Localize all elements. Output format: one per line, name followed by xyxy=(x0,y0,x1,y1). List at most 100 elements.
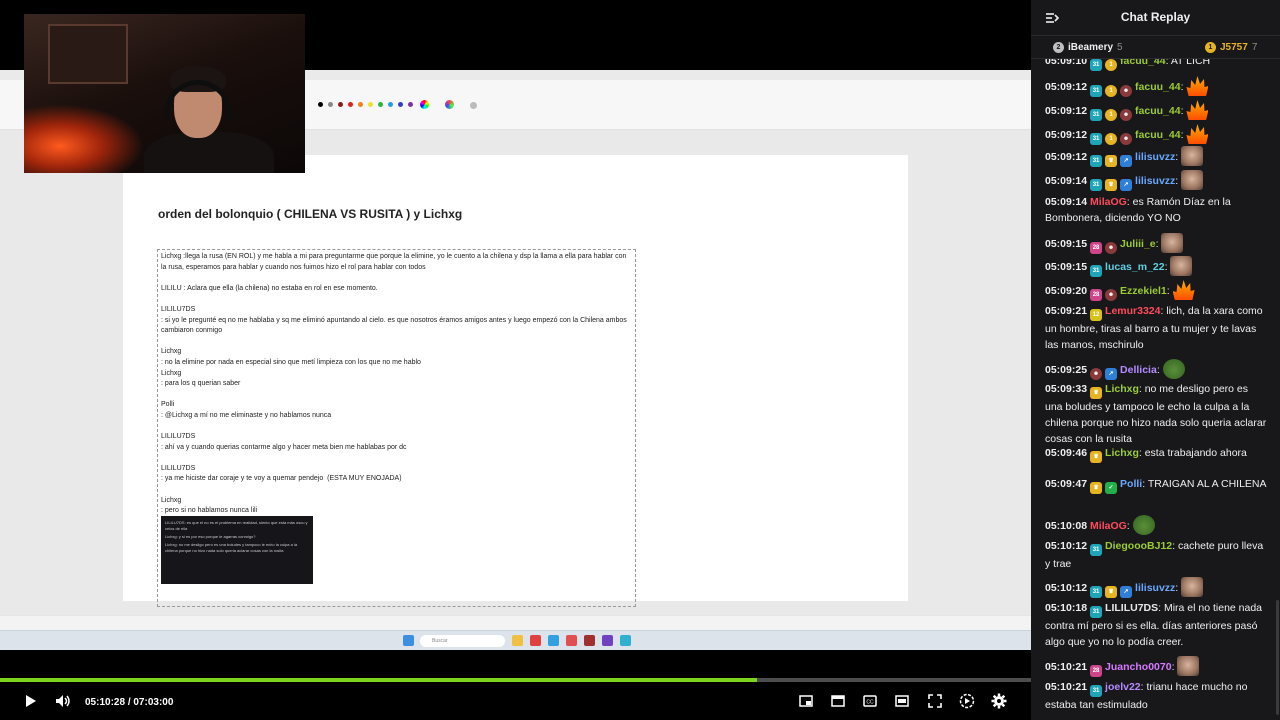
playback-speed-icon[interactable] xyxy=(958,692,976,710)
leader-count: 5 xyxy=(1117,42,1123,53)
message-timestamp[interactable]: 05:09:14 xyxy=(1045,175,1087,187)
message-timestamp[interactable]: 05:09:12 xyxy=(1045,81,1087,93)
chat-username[interactable]: MilaOG xyxy=(1090,520,1127,532)
chat-message: 05:09:14 31 ♛ ↗ lilisuvzz: xyxy=(1045,170,1268,191)
embedded-chat-screenshot: LILILU7DS: es que el no es el problema e… xyxy=(161,516,313,584)
message-timestamp[interactable]: 05:09:12 xyxy=(1045,105,1087,117)
face-emote-icon xyxy=(1161,233,1184,253)
face-emote-icon xyxy=(1181,146,1204,166)
chat-username[interactable]: Juancho0070 xyxy=(1105,661,1172,673)
message-timestamp[interactable]: 05:09:20 xyxy=(1045,285,1087,297)
chat-username[interactable]: Ezzekiel1 xyxy=(1120,285,1167,297)
message-timestamp[interactable]: 05:09:33 xyxy=(1045,383,1087,395)
chat-username[interactable]: DiegoooBJ12 xyxy=(1105,540,1172,552)
chat-username[interactable]: lilisuvzz xyxy=(1135,175,1175,187)
sub-teal-badge-icon: 31 xyxy=(1090,606,1103,618)
chat-username[interactable]: Lichxg xyxy=(1105,383,1139,395)
volume-icon[interactable] xyxy=(54,692,72,710)
play-icon[interactable] xyxy=(22,692,40,710)
chat-username[interactable]: MilaOG xyxy=(1090,196,1127,208)
chat-username[interactable]: Lichxg xyxy=(1105,447,1139,459)
chat-username[interactable]: lilisuvzz xyxy=(1135,582,1175,594)
chat-text: : xyxy=(1180,129,1184,141)
paint-status-bar xyxy=(0,615,1031,630)
settings-gear-icon[interactable] xyxy=(990,692,1008,710)
message-timestamp[interactable]: 05:09:46 xyxy=(1045,447,1087,459)
chat-title: Chat Replay xyxy=(1120,10,1191,24)
sub-teal-badge-icon: 31 xyxy=(1090,586,1103,598)
leaderboard-entry[interactable]: 1 J5757 7 xyxy=(1205,42,1257,53)
chat-text: : xyxy=(1171,661,1175,673)
message-timestamp[interactable]: 05:09:12 xyxy=(1045,151,1087,163)
app-icon xyxy=(530,635,541,646)
message-timestamp[interactable]: 05:09:25 xyxy=(1045,364,1087,376)
chat-scrollbar[interactable] xyxy=(1276,600,1279,715)
document-line: LILILU : Aclara que ella (la chilena) no… xyxy=(161,284,378,292)
current-time: 05:10:28 xyxy=(85,697,126,708)
app-icon xyxy=(566,635,577,646)
chat-username[interactable]: lucas_m_22 xyxy=(1105,261,1165,273)
chat-username[interactable]: facuu_44 xyxy=(1135,129,1181,141)
message-timestamp[interactable]: 05:10:21 xyxy=(1045,681,1087,693)
document-line: LILILU7DS xyxy=(161,305,196,313)
message-timestamp[interactable]: 05:10:12 xyxy=(1045,582,1087,594)
message-timestamp[interactable]: 05:09:47 xyxy=(1045,478,1087,490)
sub-teal-badge-icon: 31 xyxy=(1090,155,1103,167)
message-timestamp[interactable]: 05:09:12 xyxy=(1045,129,1087,141)
captions-icon[interactable]: CC xyxy=(861,692,879,710)
chat-text: : xyxy=(1155,238,1159,250)
sub-pink-badge-icon: 28 xyxy=(1090,289,1103,301)
message-timestamp[interactable]: 05:09:10 xyxy=(1045,59,1087,67)
leaderboard-entry[interactable]: 2 iBeamery 5 xyxy=(1053,42,1123,53)
crown-badge-icon: ♛ xyxy=(1090,451,1103,463)
message-timestamp[interactable]: 05:10:18 xyxy=(1045,602,1087,614)
webcam-overlay xyxy=(24,14,305,173)
chat-username[interactable]: facuu_44 xyxy=(1120,59,1166,67)
fullscreen-icon[interactable] xyxy=(926,692,944,710)
chat-message: 05:09:15 31 lucas_m_22: xyxy=(1045,256,1268,277)
chat-username[interactable]: Dellicia xyxy=(1120,364,1157,376)
chat-text: : xyxy=(1166,285,1170,297)
paint-document-page: orden del bolonquio ( CHILENA VS RUSITA … xyxy=(123,155,908,607)
miniplayer-icon[interactable] xyxy=(797,692,815,710)
document-line: : ya me hiciste dar coraje y te voy a qu… xyxy=(161,475,402,483)
widescreen-icon[interactable] xyxy=(893,692,911,710)
message-timestamp[interactable]: 05:10:21 xyxy=(1045,661,1087,673)
theater-icon[interactable] xyxy=(829,692,847,710)
chat-message: 05:10:21 28 Juancho0070: xyxy=(1045,656,1268,677)
message-timestamp[interactable]: 05:10:08 xyxy=(1045,520,1087,532)
sub-teal-badge-icon: 31 xyxy=(1090,133,1103,145)
chat-username[interactable]: facuu_44 xyxy=(1135,105,1181,117)
chat-username[interactable]: Polli xyxy=(1120,478,1142,490)
message-timestamp[interactable]: 05:09:15 xyxy=(1045,261,1087,273)
message-timestamp[interactable]: 05:10:12 xyxy=(1045,540,1087,552)
chat-header: Chat Replay xyxy=(1031,0,1280,36)
message-timestamp[interactable]: 05:09:14 xyxy=(1045,196,1087,208)
message-timestamp[interactable]: 05:09:21 xyxy=(1045,305,1087,317)
document-line: LILILU7DS xyxy=(161,464,196,472)
arrow-badge-icon: ↗ xyxy=(1120,179,1133,191)
fire-emote-icon xyxy=(1172,280,1195,300)
arrow-badge-icon: ↗ xyxy=(1120,586,1133,598)
document-line: Lichxg xyxy=(161,369,182,377)
chat-username[interactable]: joelv22 xyxy=(1105,681,1141,693)
chat-username[interactable]: Juliii_e xyxy=(1120,238,1156,250)
document-title: orden del bolonquio ( CHILENA VS RUSITA … xyxy=(158,207,463,221)
avatar-badge-icon: ☻ xyxy=(1090,368,1103,380)
chat-username[interactable]: LILILU7DS xyxy=(1105,602,1158,614)
avatar-badge-icon: ☻ xyxy=(1120,133,1133,145)
app-icon xyxy=(602,635,613,646)
leader-name: J5757 xyxy=(1220,42,1248,53)
message-timestamp[interactable]: 05:09:15 xyxy=(1045,238,1087,250)
chat-username[interactable]: Lemur3324 xyxy=(1105,305,1160,317)
chat-replay-panel: Chat Replay 2 iBeamery 5 1 J5757 7 05:09:10 31… xyxy=(1031,0,1280,720)
chat-message: 05:09:12 31 ♛ ↗ lilisuvzz: xyxy=(1045,146,1268,167)
app-icon xyxy=(620,635,631,646)
chat-username[interactable]: facuu_44 xyxy=(1135,81,1181,93)
chat-username[interactable]: lilisuvzz xyxy=(1135,151,1175,163)
video-player[interactable]: Buscar orden del bolonquio ( CHILENA VS … xyxy=(0,0,1031,720)
